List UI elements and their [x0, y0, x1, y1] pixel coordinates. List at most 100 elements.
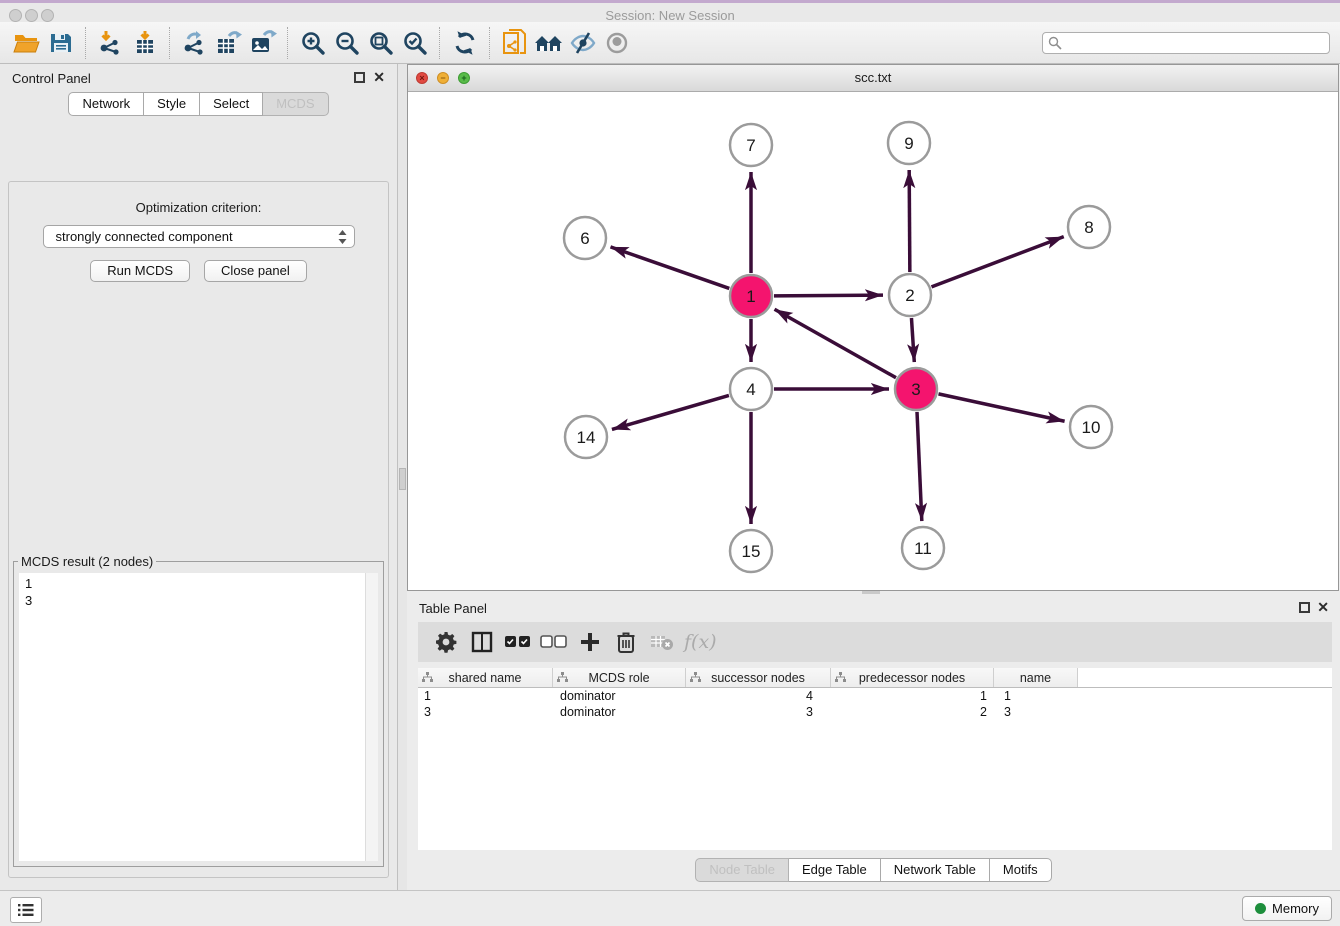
edge-1-2[interactable] — [774, 295, 883, 296]
memory-label: Memory — [1272, 901, 1319, 916]
vertical-splitter[interactable] — [398, 64, 407, 890]
edge-2-3[interactable] — [911, 318, 914, 362]
node-table: shared name MCDS role successor nodes prede… — [418, 668, 1332, 850]
delete-table-icon[interactable] — [644, 627, 680, 657]
close-panel-button[interactable]: Close panel — [204, 260, 307, 282]
result-scrollbar[interactable] — [365, 573, 378, 861]
node-label: 15 — [742, 542, 761, 561]
hide-selected-icon[interactable] — [566, 27, 600, 59]
close-view-button[interactable]: × — [416, 72, 428, 84]
table-panel-title: Table Panel — [419, 601, 487, 616]
column-layout-icon[interactable] — [464, 627, 500, 657]
zoom-fit-icon[interactable] — [364, 27, 398, 59]
deselect-all-icon[interactable] — [536, 627, 572, 657]
graph-node-8[interactable]: 8 — [1068, 206, 1110, 248]
save-session-icon[interactable] — [44, 27, 78, 59]
memory-button[interactable]: Memory — [1242, 896, 1332, 921]
refresh-icon[interactable] — [448, 27, 482, 59]
minimize-view-button[interactable]: − — [437, 72, 449, 84]
run-mcds-button[interactable]: Run MCDS — [90, 260, 190, 282]
node-label: 1 — [746, 287, 755, 306]
optimization-criterion-label: Optimization criterion: — [9, 200, 388, 215]
network-window-titlebar[interactable]: × − + scc.txt — [408, 65, 1338, 92]
mcds-result-textarea[interactable]: 13 — [19, 573, 378, 861]
graph-node-4[interactable]: 4 — [730, 368, 772, 410]
float-panel-icon[interactable] — [1299, 602, 1310, 613]
tab-edge-table[interactable]: Edge Table — [789, 858, 881, 882]
table-cell: 3 — [418, 705, 553, 719]
graph-node-11[interactable]: 11 — [902, 527, 944, 569]
column-header-label: shared name — [449, 671, 522, 685]
tab-motifs[interactable]: Motifs — [990, 858, 1052, 882]
search-input[interactable] — [1042, 32, 1330, 54]
table-row[interactable]: 3dominator323 — [418, 704, 1332, 720]
column-header-name[interactable]: name — [994, 668, 1078, 687]
column-header-predecessor-nodes[interactable]: predecessor nodes — [831, 668, 994, 687]
edge-3-10[interactable] — [938, 394, 1064, 421]
graph-node-6[interactable]: 6 — [564, 217, 606, 259]
first-neighbors-icon[interactable] — [532, 27, 566, 59]
toolbar-separator — [489, 27, 491, 59]
network-canvas[interactable]: 7 9 6 8 1 2 4 3 14 10 15 11 — [408, 91, 1338, 590]
graph-node-14[interactable]: 14 — [565, 416, 607, 458]
import-table-icon[interactable] — [128, 27, 162, 59]
column-header-shared-name[interactable]: shared name — [418, 668, 553, 687]
maximize-view-button[interactable]: + — [458, 72, 470, 84]
splitter-handle[interactable] — [399, 468, 406, 490]
clone-network-icon[interactable] — [498, 27, 532, 59]
zoom-out-icon[interactable] — [330, 27, 364, 59]
mcds-result-title: MCDS result (2 nodes) — [18, 554, 156, 569]
tab-style[interactable]: Style — [144, 92, 200, 116]
tab-node-table[interactable]: Node Table — [695, 858, 789, 882]
export-network-icon[interactable] — [178, 27, 212, 59]
edge-3-1[interactable] — [775, 309, 896, 377]
column-header-label: predecessor nodes — [859, 671, 965, 685]
table-row[interactable]: 1dominator411 — [418, 688, 1332, 704]
tab-select[interactable]: Select — [200, 92, 263, 116]
export-table-icon[interactable] — [212, 27, 246, 59]
open-file-icon[interactable] — [10, 27, 44, 59]
mcds-result-group: MCDS result (2 nodes) 13 — [13, 554, 384, 867]
edge-2-9[interactable] — [909, 170, 910, 272]
import-network-icon[interactable] — [94, 27, 128, 59]
node-label: 11 — [914, 539, 932, 558]
column-header-successor-nodes[interactable]: successor nodes — [686, 668, 831, 687]
graph-node-1[interactable]: 1 — [730, 275, 772, 317]
delete-icon[interactable] — [608, 627, 644, 657]
float-panel-icon[interactable] — [354, 72, 365, 83]
tab-mcds[interactable]: MCDS — [263, 92, 328, 116]
add-column-icon[interactable] — [572, 627, 608, 657]
control-panel-header: Control Panel ✕ — [0, 64, 397, 92]
graph-node-15[interactable]: 15 — [730, 530, 772, 572]
edge-1-6[interactable] — [610, 247, 729, 289]
graph-node-2[interactable]: 2 — [889, 274, 931, 316]
graph-node-9[interactable]: 9 — [888, 122, 930, 164]
close-panel-icon[interactable]: ✕ — [373, 70, 385, 84]
table-cell: dominator — [553, 689, 686, 703]
function-builder-icon[interactable]: f(x) — [684, 631, 717, 653]
tab-network-table[interactable]: Network Table — [881, 858, 990, 882]
table-cell: 1 — [831, 689, 994, 703]
graph-node-7[interactable]: 7 — [730, 124, 772, 166]
close-panel-icon[interactable]: ✕ — [1317, 600, 1329, 614]
zoom-in-icon[interactable] — [296, 27, 330, 59]
task-history-button[interactable] — [10, 897, 42, 923]
criterion-select[interactable]: strongly connected component — [43, 225, 355, 248]
status-bar: Memory — [0, 890, 1340, 926]
edge-4-14[interactable] — [612, 395, 729, 429]
mcds-result-lines: 13 — [19, 573, 378, 609]
graph-node-10[interactable]: 10 — [1070, 406, 1112, 448]
show-all-icon[interactable] — [600, 27, 634, 59]
zoom-selected-icon[interactable] — [398, 27, 432, 59]
tab-network[interactable]: Network — [68, 92, 144, 116]
toolbar-separator — [85, 27, 87, 59]
export-image-icon[interactable] — [246, 27, 280, 59]
edge-3-11[interactable] — [917, 412, 922, 521]
select-all-icon[interactable] — [500, 627, 536, 657]
column-header-label: successor nodes — [711, 671, 805, 685]
column-header-MCDS-role[interactable]: MCDS role — [553, 668, 686, 687]
node-label: 4 — [746, 380, 755, 399]
graph-node-3[interactable]: 3 — [895, 368, 937, 410]
gear-icon[interactable] — [428, 627, 464, 657]
edge-2-8[interactable] — [932, 237, 1064, 287]
